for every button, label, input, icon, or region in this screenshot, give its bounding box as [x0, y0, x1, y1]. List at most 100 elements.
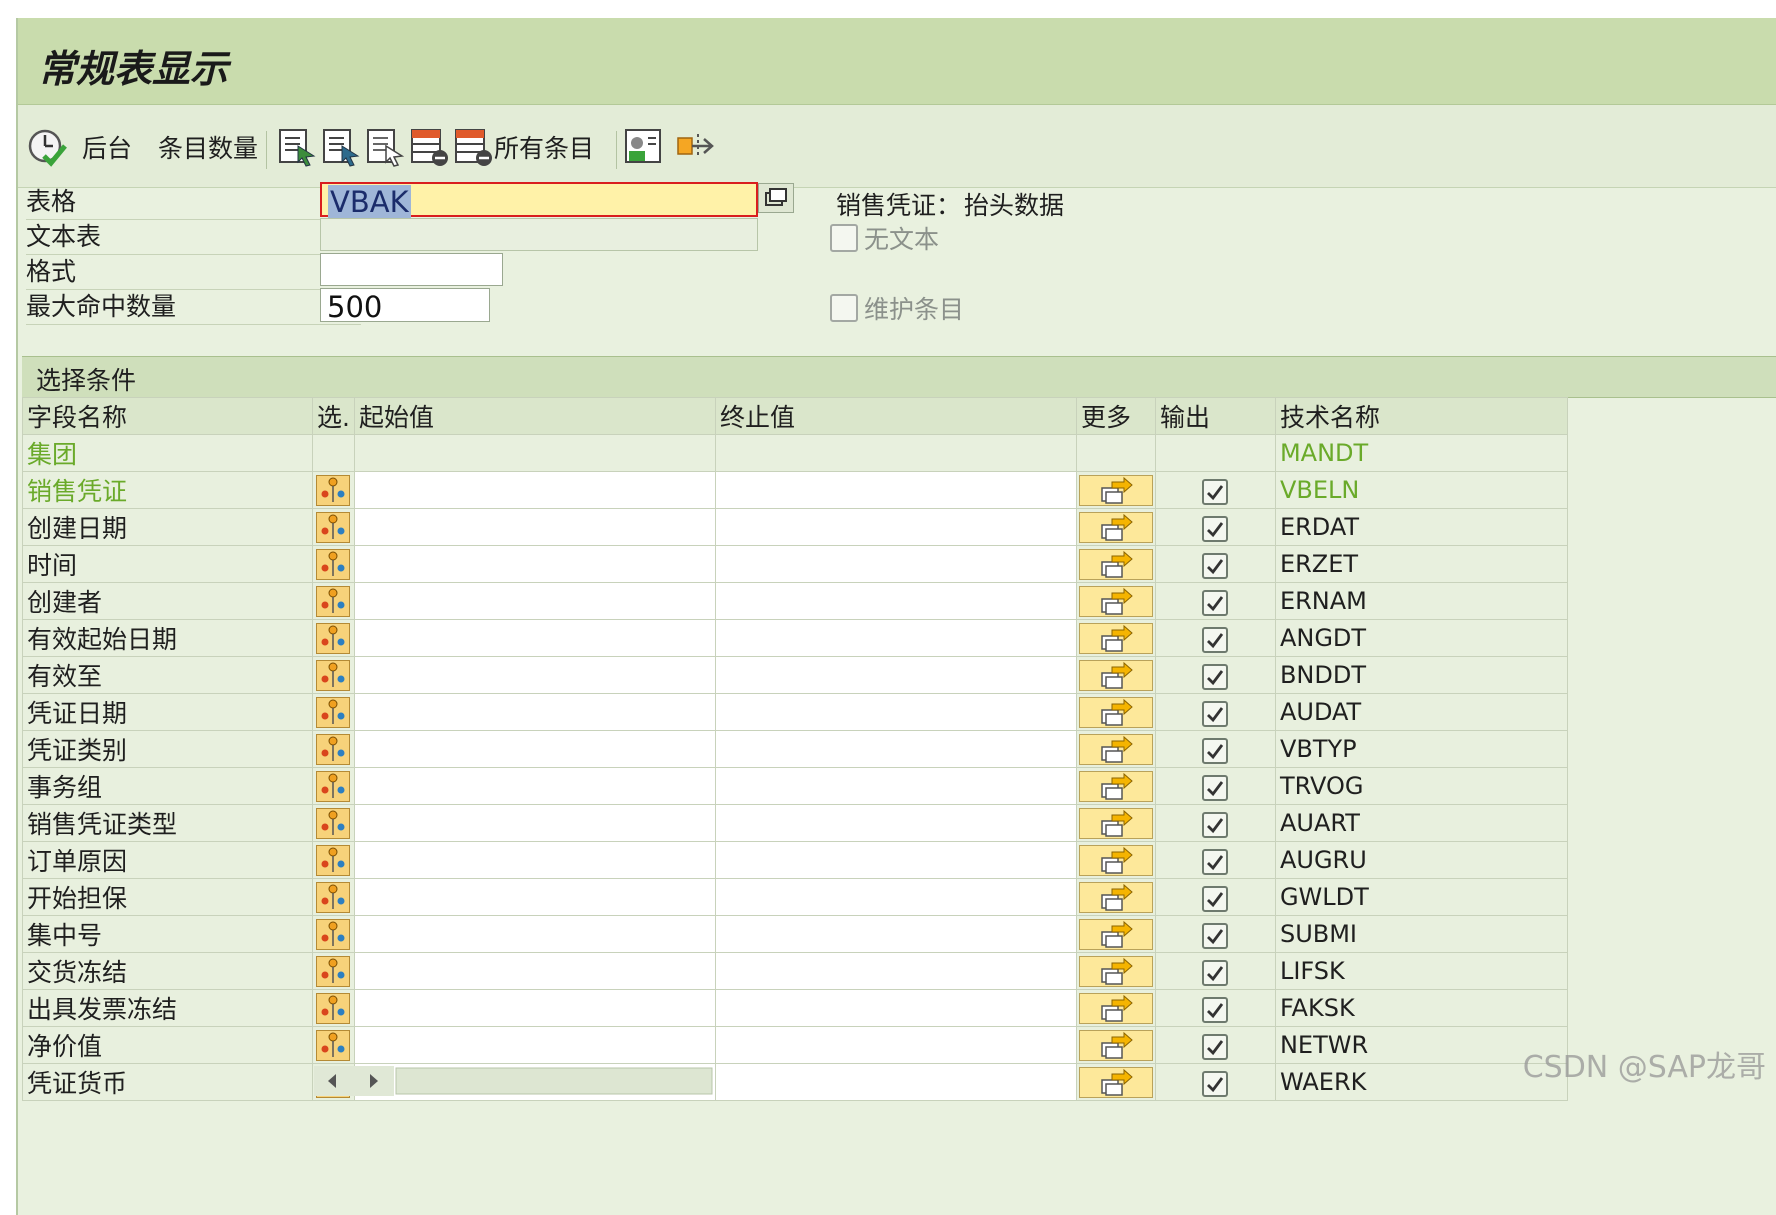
- multiple-selection-button[interactable]: [1078, 844, 1153, 876]
- output-checkbox[interactable]: [1202, 552, 1229, 579]
- from-value-input[interactable]: [353, 693, 716, 731]
- to-value-input[interactable]: [714, 878, 1077, 916]
- multiple-selection-button[interactable]: [1078, 585, 1153, 617]
- multiple-selection-button[interactable]: [1078, 1066, 1153, 1098]
- output-checkbox[interactable]: [1202, 848, 1229, 875]
- multiple-selection-button[interactable]: [1078, 955, 1153, 987]
- to-value-input[interactable]: [714, 656, 1077, 694]
- from-value-input[interactable]: [353, 952, 716, 990]
- to-value-input[interactable]: [714, 730, 1077, 768]
- from-value-input[interactable]: [353, 878, 716, 916]
- from-value-input[interactable]: [353, 915, 716, 953]
- output-checkbox[interactable]: [1202, 737, 1229, 764]
- layout-input[interactable]: [320, 253, 503, 286]
- selection-option-button[interactable]: [316, 659, 351, 691]
- user-settings-button[interactable]: [622, 125, 664, 169]
- output-checkbox[interactable]: [1202, 959, 1229, 986]
- multiple-selection-button[interactable]: [1078, 622, 1153, 654]
- no-text-checkbox[interactable]: 无文本: [830, 220, 939, 256]
- value-help-button[interactable]: [758, 183, 794, 213]
- output-checkbox[interactable]: [1202, 996, 1229, 1023]
- multiple-selection-button[interactable]: [1078, 548, 1153, 580]
- column-header-field-name[interactable]: 字段名称: [22, 397, 313, 435]
- background-button[interactable]: 后台: [82, 125, 132, 169]
- export-button[interactable]: [674, 125, 716, 169]
- selection-option-button[interactable]: [316, 696, 351, 728]
- no-text-checkbox-box[interactable]: [830, 224, 858, 252]
- multiple-selection-button[interactable]: [1078, 511, 1153, 543]
- to-value-input[interactable]: [714, 915, 1077, 953]
- from-value-input[interactable]: [353, 545, 716, 583]
- to-value-input[interactable]: [714, 545, 1077, 583]
- output-checkbox[interactable]: [1202, 811, 1229, 838]
- multiple-selection-button[interactable]: [1078, 1029, 1153, 1061]
- maintain-entries-checkbox-box[interactable]: [830, 294, 858, 322]
- selection-option-button[interactable]: [316, 881, 351, 913]
- column-header-from-value[interactable]: 起始值: [353, 397, 716, 435]
- selection-option-button[interactable]: [316, 548, 351, 580]
- selection-option-button[interactable]: [316, 807, 351, 839]
- from-value-input[interactable]: [353, 841, 716, 879]
- to-value-input[interactable]: [714, 693, 1077, 731]
- to-value-input[interactable]: [714, 582, 1077, 620]
- multiple-selection-button[interactable]: [1078, 474, 1153, 506]
- document-list-button[interactable]: [364, 125, 406, 169]
- to-value-input[interactable]: [714, 1063, 1077, 1101]
- to-value-input[interactable]: [714, 508, 1077, 546]
- table-input[interactable]: VBAK: [320, 182, 758, 219]
- selection-option-button[interactable]: [316, 511, 351, 543]
- output-checkbox[interactable]: [1202, 1070, 1229, 1097]
- entry-count-button[interactable]: 条目数量: [158, 125, 258, 169]
- output-checkbox[interactable]: [1202, 700, 1229, 727]
- to-value-input[interactable]: [714, 841, 1077, 879]
- to-value-input[interactable]: [714, 804, 1077, 842]
- selection-option-button[interactable]: [316, 992, 351, 1024]
- from-value-input[interactable]: [353, 582, 716, 620]
- to-value-input[interactable]: [714, 471, 1077, 509]
- multiple-selection-button[interactable]: [1078, 696, 1153, 728]
- selection-option-button[interactable]: [316, 733, 351, 765]
- output-checkbox[interactable]: [1202, 515, 1229, 542]
- selection-option-button[interactable]: [316, 474, 351, 506]
- select-criteria-button[interactable]: [320, 125, 362, 169]
- maintain-entries-checkbox[interactable]: 维护条目: [830, 290, 964, 326]
- all-entries-button[interactable]: 所有条目: [452, 125, 594, 169]
- output-checkbox[interactable]: [1202, 626, 1229, 653]
- selection-option-button[interactable]: [316, 1029, 351, 1061]
- multiple-selection-button[interactable]: [1078, 770, 1153, 802]
- multiple-selection-button[interactable]: [1078, 992, 1153, 1024]
- selection-option-button[interactable]: [316, 585, 351, 617]
- selection-option-button[interactable]: [316, 622, 351, 654]
- multiple-selection-button[interactable]: [1078, 918, 1153, 950]
- to-value-input[interactable]: [714, 619, 1077, 657]
- from-value-input[interactable]: [353, 619, 716, 657]
- output-checkbox[interactable]: [1202, 1033, 1229, 1060]
- multiple-selection-button[interactable]: [1078, 733, 1153, 765]
- multiple-selection-button[interactable]: [1078, 659, 1153, 691]
- output-checkbox[interactable]: [1202, 774, 1229, 801]
- output-checkbox[interactable]: [1202, 663, 1229, 690]
- column-header-technical-name[interactable]: 技术名称: [1274, 397, 1568, 435]
- multiple-selection-button[interactable]: [1078, 881, 1153, 913]
- select-fields-button[interactable]: [276, 125, 318, 169]
- column-header-to-value[interactable]: 终止值: [714, 397, 1077, 435]
- column-header-more[interactable]: 更多: [1075, 397, 1156, 435]
- to-value-input[interactable]: [714, 767, 1077, 805]
- from-value-input[interactable]: [353, 1026, 716, 1064]
- execute-button[interactable]: [26, 125, 68, 169]
- selection-option-button[interactable]: [316, 955, 351, 987]
- max-hits-input[interactable]: 500: [320, 288, 490, 324]
- from-value-input[interactable]: [353, 767, 716, 805]
- selection-option-button[interactable]: [316, 844, 351, 876]
- selection-option-button[interactable]: [316, 770, 351, 802]
- multiple-selection-button[interactable]: [1078, 807, 1153, 839]
- output-checkbox[interactable]: [1202, 589, 1229, 616]
- from-value-input[interactable]: [353, 989, 716, 1027]
- from-value-input[interactable]: [353, 656, 716, 694]
- column-header-option[interactable]: 选.: [312, 397, 355, 435]
- horizontal-scrollbar[interactable]: [314, 1066, 714, 1096]
- from-value-input[interactable]: [353, 804, 716, 842]
- delete-entry-button[interactable]: [408, 125, 450, 169]
- selection-option-button[interactable]: [316, 918, 351, 950]
- from-value-input[interactable]: [353, 471, 716, 509]
